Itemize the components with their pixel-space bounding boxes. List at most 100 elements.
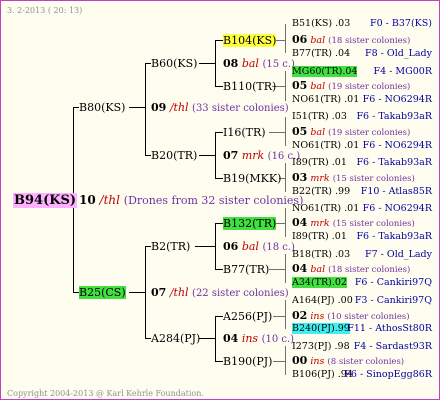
sister-colony-row: 02 ins (10 sister colonies) [292, 310, 410, 323]
ancestor-number: .03 [331, 111, 347, 122]
row-marking: bal [310, 264, 326, 275]
a284-upper-branch [215, 316, 223, 317]
ancestor-id: NO61(TR) [292, 203, 342, 214]
ancestor-number: .01 [331, 157, 347, 168]
ancestor-row: I89(TR) .01 F6 - Takab93aR [292, 157, 432, 168]
root-queen-id: B94(KS) [13, 193, 78, 208]
ancestor-row: B106(PJ) .94 F6 - SinopEgg86R [292, 369, 432, 380]
queen-b77: B77(TR) [223, 263, 270, 276]
b80-generation-info: 09 /thl (33 sister colonies) [151, 101, 289, 115]
a256-connector [285, 300, 286, 329]
ancestor-row: A34(TR).02 F6 - Cankiri97Q [292, 277, 432, 288]
row-generation: 04 [292, 216, 308, 229]
ancestor-origin: F6 - NO6294R [362, 140, 432, 151]
row-note: (15 sister colonies) [332, 174, 415, 184]
row-generation: 03 [292, 171, 308, 184]
ancestor-number: .03 [335, 249, 351, 260]
queen-a284: A284(PJ) [151, 332, 201, 345]
b60-marking: bal [241, 57, 259, 70]
a256-stub [273, 316, 286, 317]
row-note: (18 sister colonies) [328, 265, 411, 275]
ancestor-row: B18(TR) .03 F7 - Old_Lady [292, 249, 432, 260]
ancestor-id: B106(PJ) [292, 369, 335, 380]
b2-note: (18 c.) [262, 242, 295, 253]
row-generation: 05 [292, 125, 308, 138]
b60-upper-branch [215, 40, 223, 41]
ancestor-origin: F6 - NO6294R [362, 94, 432, 105]
a284-lower-branch [215, 361, 223, 362]
ancestor-origin: F6 - Takab93aR [356, 231, 432, 242]
ancestor-number: .01 [331, 231, 347, 242]
ancestor-id: B77(TR) [292, 48, 332, 59]
ancestor-row: I89(TR) .01 F6 - Takab93aR [292, 231, 432, 242]
ancestor-row: NO61(TR) .01 F6 - NO6294R [292, 203, 432, 214]
ancestor-row: B240(PJ).99 F11 - AthosSt80R [292, 323, 432, 334]
queen-b20: B20(TR) [151, 149, 198, 162]
ancestor-row: NO61(TR) .01 F6 - NO6294R [292, 94, 432, 105]
queen-b60: B60(KS) [151, 57, 198, 70]
queen-b80: B80(KS) [79, 101, 126, 114]
ancestor-number: .00 [337, 295, 353, 306]
ancestor-row: A164(PJ) .00 F3 - Cankiri97Q [292, 295, 432, 306]
b20-marking: mrk [241, 149, 265, 162]
row-generation: 04 [292, 262, 308, 275]
ancestor-number: .04 [342, 66, 358, 77]
queen-b110: B110(TR) [223, 80, 277, 93]
b2-generation-info: 06 bal (18 c.) [223, 240, 295, 254]
a284-generation-info: 04 ins (10 c.) [223, 332, 294, 346]
b25-marking: /thl [169, 286, 189, 299]
copyright-footer: Copyright 2004-2013 @ Karl Kehrle Founda… [7, 389, 204, 398]
queen-b2: B2(TR) [151, 240, 191, 253]
ancestor-number: .04 [335, 48, 351, 59]
ancestor-number: .01 [344, 94, 360, 105]
b80-note: (33 sister colonies) [192, 103, 289, 114]
b80-stub [129, 107, 146, 108]
row-generation: 06 [292, 33, 308, 46]
b20-upper-branch [215, 132, 223, 133]
b25-stub [129, 292, 146, 293]
ancestor-row: B77(TR) .04 F8 - Old_Lady [292, 48, 432, 59]
b2-lower-branch [215, 269, 223, 270]
queen-b132: B132(TR) [223, 217, 277, 230]
ancestor-id: A164(PJ) [292, 295, 335, 306]
queen-b190: B190(PJ) [223, 355, 273, 368]
b80-marking: /thl [169, 101, 189, 114]
ancestor-number: .99 [335, 186, 351, 197]
sister-colony-row: 04 bal (18 sister colonies) [292, 263, 410, 276]
ancestor-id: B51(KS) [292, 18, 333, 29]
a284-note: (10 c.) [261, 334, 295, 345]
queen-b25: B25(CS) [79, 286, 126, 299]
ancestor-number: .02 [331, 277, 347, 288]
b60-stub [199, 63, 216, 64]
ancestor-row: NO61(TR) .01 F6 - NO6294R [292, 140, 432, 151]
sister-colony-row: 05 bal (19 sister colonies) [292, 126, 410, 139]
b190-stub [273, 361, 286, 362]
a284-stub [199, 338, 216, 339]
ancestor-origin: F7 - Old_Lady [365, 249, 432, 260]
row-marking: bal [310, 35, 326, 46]
ancestor-row: B22(TR) .99 F10 - Atlas85R [292, 186, 432, 197]
a284-marking: ins [241, 332, 259, 345]
root-note: (Drones from 32 sister colonies) [123, 194, 304, 207]
ancestor-origin: F11 - AthosSt80R [347, 323, 432, 334]
a284-generation: 04 [223, 332, 239, 345]
ancestor-id: I51(TR) [292, 111, 329, 122]
queen-b104: B104(KS) [223, 34, 277, 47]
b60-generation-info: 08 bal (15 c.) [223, 57, 295, 71]
ancestor-origin: F0 - B37(KS) [370, 18, 432, 29]
row-marking: ins [310, 311, 325, 322]
sister-colony-row: 00 ins (8 sister colonies) [292, 355, 404, 368]
b20-stub [199, 155, 216, 156]
root-marking: /thl [99, 193, 120, 207]
ancestor-origin: F8 - Old_Lady [365, 48, 432, 59]
ancestor-id: NO61(TR) [292, 94, 342, 105]
row-note: (8 sister colonies) [327, 357, 405, 367]
ancestor-id: B18(TR) [292, 249, 332, 260]
sister-colony-row: 04 mrk (15 sister colonies) [292, 217, 415, 230]
row-note: (19 sister colonies) [328, 82, 411, 92]
b80-connector [145, 63, 146, 155]
b2-upper-branch [215, 223, 223, 224]
row-generation: 00 [292, 354, 308, 367]
ancestor-origin: F6 - NO6294R [362, 203, 432, 214]
queen-b19: B19(MKK) [223, 172, 282, 185]
